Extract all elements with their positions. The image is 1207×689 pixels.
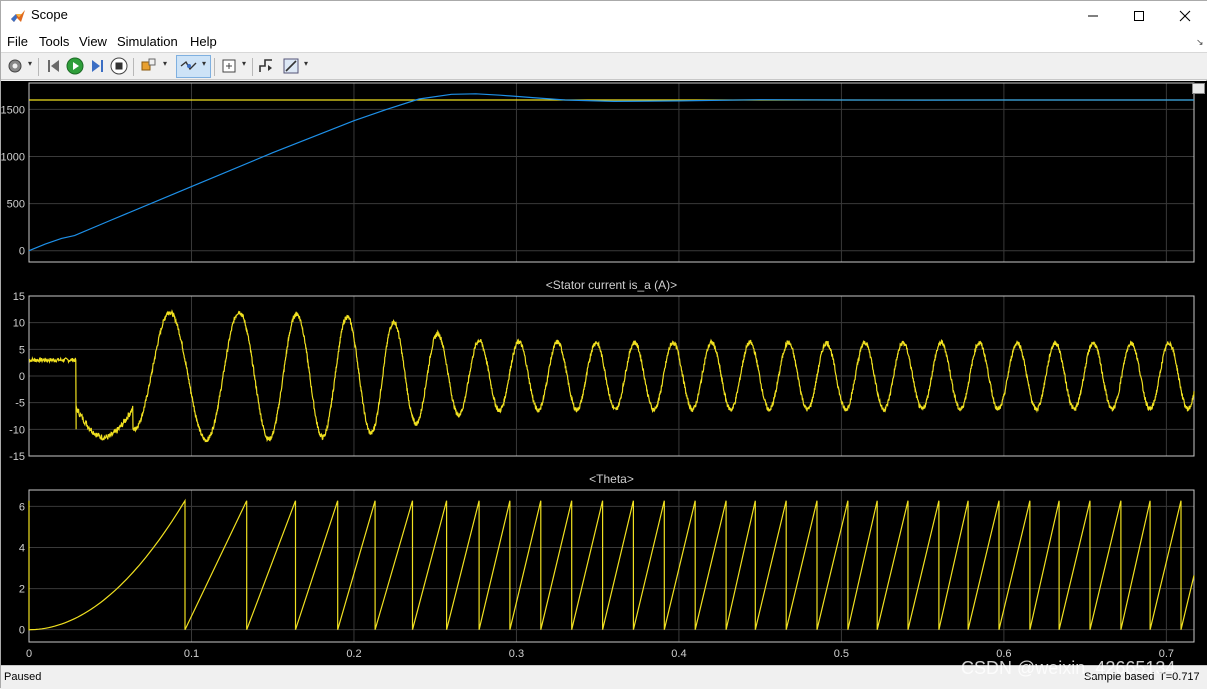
toolbar-separator (252, 58, 253, 76)
menu-tools[interactable]: Tools (39, 34, 69, 49)
y-tick-label: 5 (19, 344, 25, 356)
y-tick-label: 0 (19, 371, 25, 383)
toolbar-separator (38, 58, 39, 76)
style-dropdown-icon[interactable]: ▾ (304, 59, 308, 68)
title-bar: Scope (1, 1, 1207, 31)
step-forward-icon[interactable] (88, 57, 106, 75)
y-tick-label: -5 (15, 398, 25, 410)
stop-icon[interactable] (110, 57, 128, 75)
settings-dropdown-icon[interactable]: ▾ (28, 59, 32, 68)
y-tick-label: 10 (13, 318, 25, 330)
run-icon[interactable] (66, 57, 84, 75)
y-tick-label: -10 (9, 424, 25, 436)
watermark-text: CSDN @weixin_42665134 (961, 658, 1176, 678)
menu-view[interactable]: View (79, 34, 107, 49)
maximize-button[interactable] (1116, 1, 1162, 31)
menu-help[interactable]: Help (190, 34, 217, 49)
highlight-icon[interactable] (140, 57, 158, 75)
y-tick-label: 15 (13, 291, 25, 303)
x-tick-label: 0 (26, 648, 32, 660)
step-back-icon[interactable] (45, 57, 63, 75)
zoom-icon[interactable] (180, 57, 198, 75)
status-text: Paused (4, 671, 42, 683)
maximize-icon (1134, 11, 1144, 21)
menu-file[interactable]: File (7, 34, 28, 49)
series-line (28, 93, 1194, 252)
highlight-dropdown-icon[interactable]: ▾ (163, 59, 167, 68)
menu-simulation[interactable]: Simulation (117, 34, 178, 49)
autoscale-dropdown-icon[interactable]: ▾ (242, 59, 246, 68)
y-tick-label: 1000 (1, 151, 25, 163)
y-tick-label: 0 (19, 246, 25, 258)
minimize-button[interactable] (1070, 1, 1116, 31)
autoscale-icon[interactable] (220, 57, 238, 75)
scope-display: 0 500 1000 1500 -15 -10 -5 0 5 10 15 <Stator curren… (1, 81, 1207, 665)
scope-plots[interactable]: 0 500 1000 1500 -15 -10 -5 0 5 10 15 <Stator curren… (1, 81, 1207, 665)
y-tick-label: 4 (19, 543, 25, 555)
close-button[interactable] (1162, 1, 1207, 31)
dock-arrow-icon[interactable]: ↘ (1196, 37, 1204, 48)
y-tick-label: 2 (19, 584, 25, 596)
plot-title: <Theta> (589, 472, 634, 486)
menu-bar: File Tools View Simulation Help ↘ (1, 31, 1207, 52)
matlab-icon (11, 10, 25, 22)
x-tick-label: 0.5 (834, 648, 849, 660)
scope-window: Scope File Tools View Simulation Help ↘ … (0, 0, 1207, 689)
y-tick-label: 500 (7, 199, 25, 211)
toolbar-separator (133, 58, 134, 76)
close-icon (1179, 10, 1191, 22)
window-title: Scope (31, 7, 68, 22)
y-tick-label: 1500 (1, 104, 25, 116)
undock-icon[interactable] (1192, 83, 1205, 94)
settings-icon[interactable] (6, 57, 24, 75)
x-tick-label: 0.3 (509, 648, 524, 660)
plot-title: <Stator current is_a (A)> (546, 278, 677, 292)
triggers-icon[interactable] (258, 57, 276, 75)
style-icon[interactable] (282, 57, 300, 75)
x-tick-label: 0.1 (184, 648, 199, 660)
y-tick-label: 0 (19, 625, 25, 637)
y-tick-label: 6 (19, 501, 25, 513)
toolbar-separator (214, 58, 215, 76)
x-tick-label: 0.2 (346, 648, 361, 660)
series-line (28, 498, 1195, 631)
y-tick-label: -15 (9, 451, 25, 463)
toolbar: ▾ ▾ ▾ ▾ ▾ (1, 52, 1207, 80)
minimize-icon (1088, 15, 1098, 17)
zoom-dropdown-icon[interactable]: ▾ (202, 59, 206, 68)
x-tick-label: 0.4 (671, 648, 686, 660)
axes-frame (28, 489, 1195, 643)
